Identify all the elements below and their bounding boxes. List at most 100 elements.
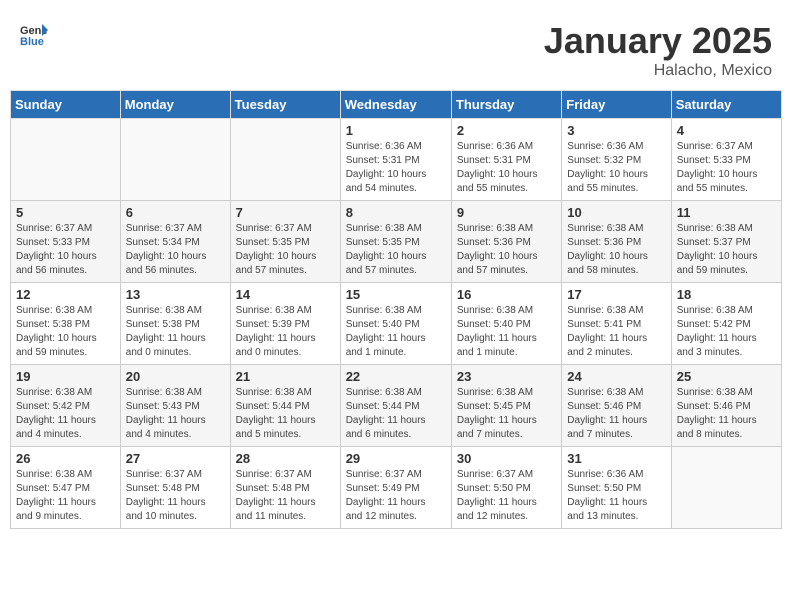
day-info: Sunrise: 6:38 AM Sunset: 5:45 PM Dayligh… xyxy=(457,386,556,442)
day-number: 5 xyxy=(16,205,115,220)
calendar-cell: 20 Sunrise: 6:38 AM Sunset: 5:43 PM Dayli… xyxy=(120,365,230,447)
calendar-cell: 3 Sunrise: 6:36 AM Sunset: 5:32 PM Daylig… xyxy=(562,119,671,201)
day-number: 24 xyxy=(567,369,665,384)
day-number: 23 xyxy=(457,369,556,384)
day-info: Sunrise: 6:36 AM Sunset: 5:32 PM Dayligh… xyxy=(567,140,665,196)
calendar-cell: 8 Sunrise: 6:38 AM Sunset: 5:35 PM Daylig… xyxy=(340,201,451,283)
calendar-cell: 21 Sunrise: 6:38 AM Sunset: 5:44 PM Dayli… xyxy=(230,365,340,447)
day-info: Sunrise: 6:38 AM Sunset: 5:38 PM Dayligh… xyxy=(16,304,115,360)
day-info: Sunrise: 6:37 AM Sunset: 5:33 PM Dayligh… xyxy=(16,222,115,278)
day-of-week-header: Monday xyxy=(120,91,230,119)
day-number: 7 xyxy=(236,205,335,220)
day-number: 14 xyxy=(236,287,335,302)
day-info: Sunrise: 6:38 AM Sunset: 5:46 PM Dayligh… xyxy=(567,386,665,442)
calendar-cell: 27 Sunrise: 6:37 AM Sunset: 5:48 PM Dayli… xyxy=(120,447,230,529)
day-info: Sunrise: 6:38 AM Sunset: 5:42 PM Dayligh… xyxy=(677,304,776,360)
day-info: Sunrise: 6:38 AM Sunset: 5:35 PM Dayligh… xyxy=(346,222,446,278)
calendar-cell: 15 Sunrise: 6:38 AM Sunset: 5:40 PM Dayli… xyxy=(340,283,451,365)
day-number: 15 xyxy=(346,287,446,302)
calendar-cell: 4 Sunrise: 6:37 AM Sunset: 5:33 PM Daylig… xyxy=(671,119,781,201)
calendar-cell: 29 Sunrise: 6:37 AM Sunset: 5:49 PM Dayli… xyxy=(340,447,451,529)
calendar-cell xyxy=(671,447,781,529)
calendar-cell: 5 Sunrise: 6:37 AM Sunset: 5:33 PM Daylig… xyxy=(11,201,121,283)
svg-text:Blue: Blue xyxy=(20,36,44,48)
calendar-week-row: 1 Sunrise: 6:36 AM Sunset: 5:31 PM Daylig… xyxy=(11,119,782,201)
day-number: 4 xyxy=(677,123,776,138)
calendar-cell: 23 Sunrise: 6:38 AM Sunset: 5:45 PM Dayli… xyxy=(451,365,561,447)
day-number: 3 xyxy=(567,123,665,138)
calendar-cell: 18 Sunrise: 6:38 AM Sunset: 5:42 PM Dayli… xyxy=(671,283,781,365)
day-info: Sunrise: 6:38 AM Sunset: 5:40 PM Dayligh… xyxy=(457,304,556,360)
calendar-table: SundayMondayTuesdayWednesdayThursdayFrid… xyxy=(10,90,782,529)
day-number: 31 xyxy=(567,451,665,466)
day-info: Sunrise: 6:36 AM Sunset: 5:31 PM Dayligh… xyxy=(346,140,446,196)
day-of-week-header: Thursday xyxy=(451,91,561,119)
calendar-cell: 26Sunrise: 6:38 AM Sunset: 5:47 PM Dayli… xyxy=(11,447,121,529)
calendar-cell: 7 Sunrise: 6:37 AM Sunset: 5:35 PM Daylig… xyxy=(230,201,340,283)
day-info: Sunrise: 6:38 AM Sunset: 5:43 PM Dayligh… xyxy=(126,386,225,442)
calendar-cell xyxy=(120,119,230,201)
calendar-week-row: 12Sunrise: 6:38 AM Sunset: 5:38 PM Dayli… xyxy=(11,283,782,365)
day-info: Sunrise: 6:37 AM Sunset: 5:50 PM Dayligh… xyxy=(457,468,556,524)
calendar-cell: 13 Sunrise: 6:38 AM Sunset: 5:38 PM Dayli… xyxy=(120,283,230,365)
calendar-subtitle: Halacho, Mexico xyxy=(544,62,772,80)
calendar-cell: 31Sunrise: 6:36 AM Sunset: 5:50 PM Dayli… xyxy=(562,447,671,529)
day-info: Sunrise: 6:38 AM Sunset: 5:44 PM Dayligh… xyxy=(236,386,335,442)
calendar-week-row: 5 Sunrise: 6:37 AM Sunset: 5:33 PM Daylig… xyxy=(11,201,782,283)
calendar-cell: 30 Sunrise: 6:37 AM Sunset: 5:50 PM Dayli… xyxy=(451,447,561,529)
day-info: Sunrise: 6:38 AM Sunset: 5:46 PM Dayligh… xyxy=(677,386,776,442)
day-number: 9 xyxy=(457,205,556,220)
day-info: Sunrise: 6:38 AM Sunset: 5:38 PM Dayligh… xyxy=(126,304,225,360)
day-number: 1 xyxy=(346,123,446,138)
calendar-cell: 22Sunrise: 6:38 AM Sunset: 5:44 PM Dayli… xyxy=(340,365,451,447)
day-info: Sunrise: 6:37 AM Sunset: 5:34 PM Dayligh… xyxy=(126,222,225,278)
day-info: Sunrise: 6:38 AM Sunset: 5:39 PM Dayligh… xyxy=(236,304,335,360)
day-info: Sunrise: 6:38 AM Sunset: 5:40 PM Dayligh… xyxy=(346,304,446,360)
day-number: 26 xyxy=(16,451,115,466)
day-number: 2 xyxy=(457,123,556,138)
day-info: Sunrise: 6:37 AM Sunset: 5:35 PM Dayligh… xyxy=(236,222,335,278)
calendar-cell xyxy=(230,119,340,201)
day-info: Sunrise: 6:37 AM Sunset: 5:33 PM Dayligh… xyxy=(677,140,776,196)
day-number: 22 xyxy=(346,369,446,384)
day-number: 30 xyxy=(457,451,556,466)
calendar-cell: 17Sunrise: 6:38 AM Sunset: 5:41 PM Dayli… xyxy=(562,283,671,365)
title-block: January 2025 Halacho, Mexico xyxy=(544,20,772,80)
day-number: 29 xyxy=(346,451,446,466)
day-number: 13 xyxy=(126,287,225,302)
calendar-cell: 6 Sunrise: 6:37 AM Sunset: 5:34 PM Daylig… xyxy=(120,201,230,283)
calendar-week-row: 26Sunrise: 6:38 AM Sunset: 5:47 PM Dayli… xyxy=(11,447,782,529)
day-number: 20 xyxy=(126,369,225,384)
day-number: 28 xyxy=(236,451,335,466)
day-of-week-header: Sunday xyxy=(11,91,121,119)
calendar-cell: 19Sunrise: 6:38 AM Sunset: 5:42 PM Dayli… xyxy=(11,365,121,447)
day-of-week-header: Saturday xyxy=(671,91,781,119)
day-number: 6 xyxy=(126,205,225,220)
day-number: 8 xyxy=(346,205,446,220)
day-of-week-header: Friday xyxy=(562,91,671,119)
day-info: Sunrise: 6:37 AM Sunset: 5:49 PM Dayligh… xyxy=(346,468,446,524)
day-number: 18 xyxy=(677,287,776,302)
calendar-cell: 12Sunrise: 6:38 AM Sunset: 5:38 PM Dayli… xyxy=(11,283,121,365)
calendar-week-row: 19Sunrise: 6:38 AM Sunset: 5:42 PM Dayli… xyxy=(11,365,782,447)
day-of-week-header: Wednesday xyxy=(340,91,451,119)
day-info: Sunrise: 6:38 AM Sunset: 5:41 PM Dayligh… xyxy=(567,304,665,360)
day-number: 10 xyxy=(567,205,665,220)
calendar-cell: 14 Sunrise: 6:38 AM Sunset: 5:39 PM Dayli… xyxy=(230,283,340,365)
calendar-cell xyxy=(11,119,121,201)
day-number: 19 xyxy=(16,369,115,384)
calendar-cell: 25 Sunrise: 6:38 AM Sunset: 5:46 PM Dayli… xyxy=(671,365,781,447)
calendar-cell: 11Sunrise: 6:38 AM Sunset: 5:37 PM Dayli… xyxy=(671,201,781,283)
calendar-title: January 2025 xyxy=(544,20,772,62)
day-of-week-header: Tuesday xyxy=(230,91,340,119)
day-number: 21 xyxy=(236,369,335,384)
day-info: Sunrise: 6:37 AM Sunset: 5:48 PM Dayligh… xyxy=(126,468,225,524)
day-info: Sunrise: 6:38 AM Sunset: 5:36 PM Dayligh… xyxy=(567,222,665,278)
day-number: 27 xyxy=(126,451,225,466)
calendar-cell: 2Sunrise: 6:36 AM Sunset: 5:31 PM Daylig… xyxy=(451,119,561,201)
day-number: 25 xyxy=(677,369,776,384)
calendar-cell: 24 Sunrise: 6:38 AM Sunset: 5:46 PM Dayli… xyxy=(562,365,671,447)
day-number: 16 xyxy=(457,287,556,302)
calendar-cell: 16 Sunrise: 6:38 AM Sunset: 5:40 PM Dayli… xyxy=(451,283,561,365)
day-info: Sunrise: 6:37 AM Sunset: 5:48 PM Dayligh… xyxy=(236,468,335,524)
